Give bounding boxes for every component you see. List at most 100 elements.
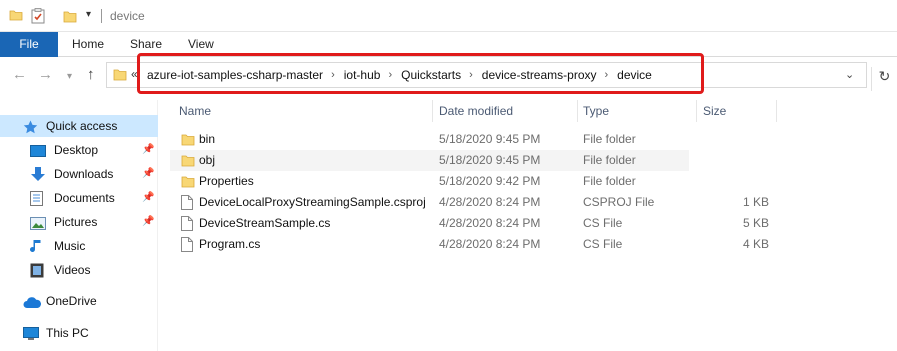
- documents-icon: [30, 191, 44, 213]
- folder-icon[interactable]: [9, 8, 23, 25]
- breadcrumb-separator[interactable]: ›: [388, 69, 392, 81]
- file-row[interactable]: bin 5/18/2020 9:45 PM File folder: [170, 129, 780, 150]
- file-type: CS File: [583, 237, 623, 251]
- tab-file[interactable]: File: [0, 32, 58, 57]
- pictures-icon: [30, 215, 46, 237]
- sidebar-item-quick-access[interactable]: Quick access: [0, 115, 158, 137]
- column-divider[interactable]: [776, 100, 777, 122]
- title-bar: ▾ device: [0, 0, 897, 32]
- recent-locations-icon[interactable]: ▾: [67, 68, 72, 86]
- file-name: Program.cs: [199, 237, 261, 251]
- chevron-down-icon[interactable]: ⌄: [845, 68, 854, 81]
- file-size: 5 KB: [742, 216, 769, 230]
- column-header-name[interactable]: Name: [179, 100, 211, 122]
- file-date: 4/28/2020 8:24 PM: [439, 195, 541, 209]
- file-date: 4/28/2020 8:24 PM: [439, 237, 541, 251]
- breadcrumb-separator[interactable]: ›: [605, 69, 609, 81]
- file-type: CSPROJ File: [583, 195, 655, 209]
- sidebar-item-videos[interactable]: Videos: [0, 259, 158, 281]
- music-icon: [30, 239, 44, 261]
- pin-icon[interactable]: 📌: [142, 187, 154, 209]
- forward-arrow-icon[interactable]: →: [38, 66, 53, 84]
- file-row[interactable]: Properties 5/18/2020 9:42 PM File folder: [170, 171, 780, 192]
- column-header-size[interactable]: Size: [703, 100, 726, 122]
- sidebar-item-label: This PC: [46, 326, 89, 340]
- sidebar-item-music[interactable]: Music: [0, 235, 158, 257]
- tab-share[interactable]: Share: [130, 32, 162, 57]
- file-row[interactable]: obj 5/18/2020 9:45 PM File folder: [170, 150, 689, 171]
- breadcrumb-item[interactable]: Quickstarts: [401, 68, 461, 82]
- refresh-icon[interactable]: ↻: [871, 67, 897, 91]
- star-icon: [23, 119, 38, 141]
- column-header-date[interactable]: Date modified: [439, 100, 513, 122]
- sidebar-item-label: Desktop: [54, 143, 99, 157]
- sidebar-item-label: Videos: [54, 263, 91, 277]
- pc-icon: [23, 326, 39, 348]
- column-divider[interactable]: [577, 100, 578, 122]
- column-divider[interactable]: [432, 100, 433, 122]
- file-date: 5/18/2020 9:45 PM: [439, 153, 541, 167]
- file-size: 4 KB: [742, 237, 769, 251]
- column-header-type[interactable]: Type: [583, 100, 609, 122]
- back-arrow-icon[interactable]: ←: [12, 66, 27, 84]
- file-type: CS File: [583, 216, 623, 230]
- videos-icon: [30, 263, 44, 285]
- file-date: 4/28/2020 8:24 PM: [439, 216, 541, 230]
- sidebar-item-label: Pictures: [54, 215, 98, 229]
- pin-icon[interactable]: 📌: [142, 211, 154, 233]
- file-size: 1 KB: [742, 195, 769, 209]
- sidebar-item-label: OneDrive: [46, 294, 97, 308]
- file-name: DeviceLocalProxyStreamingSample.csproj: [199, 195, 426, 209]
- navigation-bar: ← → ▾ ↑ « azure-iot-samples-csharp-maste…: [0, 57, 897, 95]
- customize-toolbar-icon[interactable]: ▾: [86, 9, 91, 20]
- breadcrumb-item[interactable]: iot-hub: [344, 68, 381, 82]
- file-name: DeviceStreamSample.cs: [199, 216, 331, 230]
- breadcrumb-separator[interactable]: ›: [469, 69, 473, 81]
- file-row[interactable]: DeviceLocalProxyStreamingSample.csproj 4…: [170, 192, 780, 213]
- sidebar-item-label: Quick access: [46, 119, 118, 133]
- folder-icon: [113, 68, 127, 84]
- breadcrumb-item[interactable]: device: [617, 68, 652, 82]
- file-icon: [181, 237, 193, 259]
- sidebar-item-label: Downloads: [54, 167, 114, 181]
- tab-view[interactable]: View: [188, 32, 214, 57]
- file-date: 5/18/2020 9:42 PM: [439, 174, 541, 188]
- file-date: 5/18/2020 9:45 PM: [439, 132, 541, 146]
- pin-icon[interactable]: 📌: [142, 139, 154, 161]
- sidebar-item-desktop[interactable]: Desktop 📌: [0, 139, 158, 161]
- breadcrumb-separator[interactable]: ›: [331, 69, 335, 81]
- tab-home[interactable]: Home: [72, 32, 104, 57]
- column-divider[interactable]: [696, 100, 697, 122]
- file-name: obj: [199, 153, 216, 167]
- breadcrumb-item[interactable]: azure-iot-samples-csharp-master: [147, 68, 323, 82]
- breadcrumb: azure-iot-samples-csharp-master › iot-hu…: [147, 63, 652, 87]
- title-divider: [101, 9, 102, 23]
- file-name: bin: [199, 132, 216, 146]
- window-title: device: [110, 9, 145, 23]
- sidebar-item-label: Documents: [54, 191, 115, 205]
- file-type: File folder: [583, 174, 636, 188]
- address-bar[interactable]: « azure-iot-samples-csharp-master › iot-…: [106, 62, 867, 88]
- new-folder-icon[interactable]: [63, 8, 77, 27]
- file-row[interactable]: DeviceStreamSample.cs 4/28/2020 8:24 PM …: [170, 213, 780, 234]
- properties-icon[interactable]: [31, 8, 45, 27]
- sidebar-item-pictures[interactable]: Pictures 📌: [0, 211, 158, 233]
- breadcrumb-item[interactable]: device-streams-proxy: [482, 68, 597, 82]
- download-icon: [30, 167, 46, 189]
- sidebar-item-onedrive[interactable]: OneDrive: [0, 290, 158, 312]
- sidebar-item-label: Music: [54, 239, 86, 253]
- cloud-icon: [23, 294, 42, 316]
- file-type: File folder: [583, 153, 636, 167]
- sidebar-item-documents[interactable]: Documents 📌: [0, 187, 158, 209]
- sidebar-item-downloads[interactable]: Downloads 📌: [0, 163, 158, 185]
- sidebar-item-this-pc[interactable]: This PC: [0, 322, 158, 344]
- breadcrumb-overflow[interactable]: «: [131, 67, 138, 81]
- file-row[interactable]: Program.cs 4/28/2020 8:24 PM CS File 4 K…: [170, 234, 780, 255]
- desktop-icon: [30, 143, 46, 165]
- up-arrow-icon[interactable]: ↑: [87, 66, 95, 84]
- ribbon-tabs: File Home Share View: [0, 32, 897, 57]
- pin-icon[interactable]: 📌: [142, 163, 154, 185]
- file-name: Properties: [199, 174, 254, 188]
- file-type: File folder: [583, 132, 636, 146]
- navigation-pane: Quick access Desktop 📌 Downloads 📌 Docum…: [0, 100, 158, 351]
